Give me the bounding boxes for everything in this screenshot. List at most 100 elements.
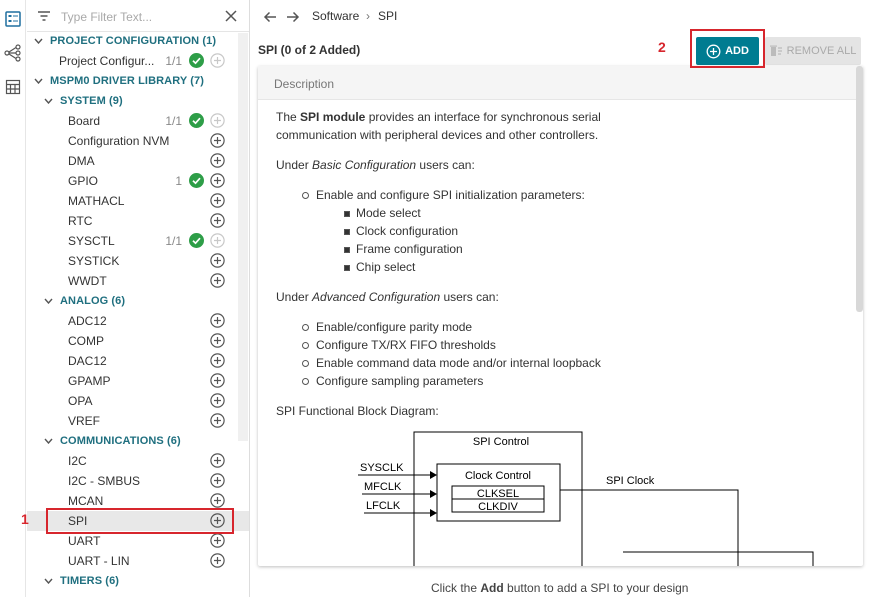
tree-item-wwdt[interactable]: WWDT: [27, 271, 249, 291]
add-circle-icon[interactable]: [210, 193, 225, 208]
footer-bold: Add: [480, 581, 504, 595]
add-circle-icon[interactable]: [210, 553, 225, 568]
tree-label: PROJECT CONFIGURATION (1): [50, 35, 217, 47]
tree-category-mspm0-driver-library-7[interactable]: MSPM0 DRIVER LIBRARY (7): [27, 71, 249, 91]
tree-item-gpamp[interactable]: GPAMP: [27, 371, 249, 391]
tree-category-analog-6[interactable]: ANALOG (6): [27, 291, 249, 311]
add-circle-icon[interactable]: [210, 233, 225, 248]
tree-item-i2c[interactable]: I2C: [27, 451, 249, 471]
input-lfclk: LFCLK: [366, 500, 401, 512]
tree-item-dac12[interactable]: DAC12: [27, 351, 249, 371]
add-circle-icon[interactable]: [210, 533, 225, 548]
spi-clock-label: SPI Clock: [606, 475, 655, 487]
add-circle-icon[interactable]: [210, 413, 225, 428]
block-diagram: SPI Control Clock Control CLKSEL CLKDIV …: [358, 431, 814, 566]
add-circle-icon[interactable]: [210, 273, 225, 288]
tree-label: WWDT: [68, 274, 107, 288]
lower-block-edge: [623, 551, 814, 566]
tree-label: Configuration NVM: [68, 134, 170, 148]
tree-label: I2C: [68, 454, 87, 468]
spi-control-label: SPI Control: [473, 436, 529, 448]
tree-item-gpio[interactable]: GPIO 1: [27, 171, 249, 191]
check-circle-icon: [189, 53, 204, 68]
add-circle-icon[interactable]: [210, 173, 225, 188]
tree-label: MCAN: [68, 494, 104, 508]
activity-rail: [0, 0, 26, 597]
footer-pre: Click the: [431, 581, 481, 595]
panel-scrollbar[interactable]: [856, 66, 863, 312]
tree-label: UART: [68, 534, 101, 548]
tree-label: SYSCTL: [68, 234, 115, 248]
add-circle-icon[interactable]: [210, 473, 225, 488]
add-circle-icon[interactable]: [210, 313, 225, 328]
tree-category-system-9[interactable]: SYSTEM (9): [27, 91, 249, 111]
annotation-2: 2: [658, 39, 666, 55]
add-circle-icon[interactable]: [210, 453, 225, 468]
network-icon[interactable]: [4, 44, 22, 62]
back-arrow-icon[interactable]: [263, 10, 277, 24]
tree-item-adc12[interactable]: ADC12: [27, 311, 249, 331]
tree-item-sysctl[interactable]: SYSCTL 1/1: [27, 231, 249, 251]
instance-count: 1/1: [165, 114, 182, 128]
tree-item-vref[interactable]: VREF: [27, 411, 249, 431]
chevron-down-icon[interactable]: [33, 36, 43, 46]
tree-item-dma[interactable]: DMA: [27, 151, 249, 171]
tree-item-rtc[interactable]: RTC: [27, 211, 249, 231]
chevron-down-icon[interactable]: [43, 576, 53, 586]
forward-arrow-icon[interactable]: [286, 10, 300, 24]
tree-label: RTC: [68, 214, 93, 228]
chevron-down-icon[interactable]: [43, 296, 53, 306]
chevron-down-icon[interactable]: [43, 96, 53, 106]
tree-label: GPIO: [68, 174, 99, 188]
tree-label: COMP: [68, 334, 104, 348]
tree-label: TIMERS (6): [60, 575, 120, 587]
tree-item-uart-lin[interactable]: UART - LIN: [27, 551, 249, 571]
tree-label: SYSTICK: [68, 254, 120, 268]
tree-item-opa[interactable]: OPA: [27, 391, 249, 411]
annotation-1: 1: [21, 511, 29, 527]
delete-list-icon: [769, 45, 782, 56]
calculator-icon[interactable]: [4, 78, 22, 96]
instance-count: 1/1: [165, 54, 182, 68]
tree-item-systick[interactable]: SYSTICK: [27, 251, 249, 271]
add-circle-icon[interactable]: [210, 373, 225, 388]
tree-category-timers-6[interactable]: TIMERS (6): [27, 571, 249, 591]
add-circle-icon[interactable]: [210, 333, 225, 348]
module-header: SPI (0 of 2 Added) ADD REMOVE ALL: [251, 34, 884, 66]
remove-all-button[interactable]: REMOVE ALL: [765, 37, 861, 65]
add-circle-icon[interactable]: [210, 113, 225, 128]
add-circle-icon[interactable]: [210, 393, 225, 408]
tree-label: Board: [68, 114, 101, 128]
tree-item-configuration-nvm[interactable]: Configuration NVM: [27, 131, 249, 151]
breadcrumb-current: SPI: [378, 9, 398, 23]
tree-item-i2c-smbus[interactable]: I2C - SMBUS: [27, 471, 249, 491]
add-circle-icon[interactable]: [210, 213, 225, 228]
tree-category-project-configuration-1[interactable]: PROJECT CONFIGURATION (1): [27, 31, 249, 51]
tree-item-mathacl[interactable]: MATHACL: [27, 191, 249, 211]
filter-icon[interactable]: [37, 10, 51, 25]
check-circle-icon: [189, 233, 204, 248]
tree-category-communications-6[interactable]: COMMUNICATIONS (6): [27, 431, 249, 451]
tree-label: SYSTEM (9): [60, 95, 123, 107]
chevron-down-icon[interactable]: [33, 76, 43, 86]
tree-label: ADC12: [68, 314, 107, 328]
add-circle-icon[interactable]: [210, 253, 225, 268]
add-circle-icon[interactable]: [210, 133, 225, 148]
add-circle-icon[interactable]: [210, 153, 225, 168]
tree-item-uart[interactable]: UART: [27, 531, 249, 551]
add-circle-icon[interactable]: [210, 53, 225, 68]
add-circle-icon[interactable]: [210, 493, 225, 508]
tree-item-board[interactable]: Board 1/1: [27, 111, 249, 131]
chevron-down-icon[interactable]: [43, 436, 53, 446]
tree-item-comp[interactable]: COMP: [27, 331, 249, 351]
checklist-icon[interactable]: [4, 10, 22, 28]
sidebar-scrollbar[interactable]: [238, 33, 248, 441]
clear-filter-icon[interactable]: [225, 10, 237, 25]
filter-input[interactable]: [61, 8, 211, 26]
clock-control-label: Clock Control: [465, 470, 531, 482]
breadcrumb-parent[interactable]: Software: [312, 9, 359, 23]
add-circle-icon[interactable]: [210, 353, 225, 368]
spi-highlight-box: [46, 508, 234, 534]
tree-label: VREF: [68, 414, 101, 428]
tree-item-project-configur[interactable]: Project Configur... 1/1: [27, 51, 249, 71]
